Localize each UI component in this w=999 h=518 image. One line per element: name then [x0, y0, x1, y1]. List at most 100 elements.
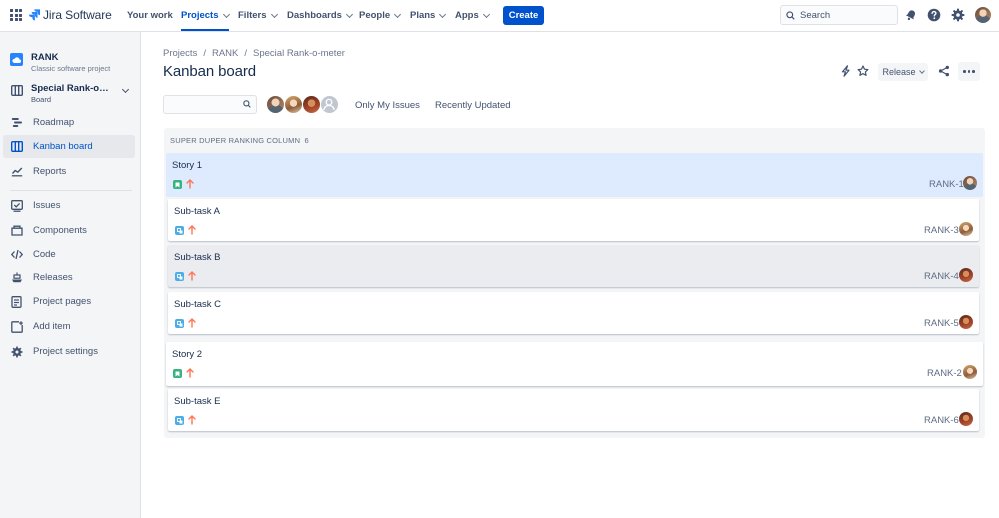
issue-key[interactable]: RANK-1 [929, 179, 964, 190]
automation-icon[interactable] [838, 64, 852, 78]
share-icon[interactable] [937, 64, 951, 78]
sidebar-item-label: Reports [33, 166, 67, 177]
nav-apps[interactable]: Apps [455, 10, 490, 21]
chevron-down-icon [482, 10, 490, 18]
product-name: Jira Software [43, 8, 112, 22]
sidebar-item-project-pages[interactable]: Project pages [3, 290, 135, 313]
assignee-avatar [963, 176, 977, 190]
pages-icon [10, 295, 23, 308]
app-switcher-icon[interactable] [10, 9, 22, 21]
more-dot [963, 70, 966, 73]
assignee-avatar[interactable] [266, 95, 285, 114]
sidebar-item-label: Project settings [33, 346, 98, 357]
nav-label: People [359, 10, 391, 21]
chevron-down-icon [270, 10, 278, 18]
issue-key[interactable]: RANK-5 [924, 318, 959, 329]
issue-key[interactable]: RANK-3 [924, 225, 959, 236]
release-button[interactable]: Release [878, 63, 928, 81]
sidebar-item-project-settings[interactable]: Project settings [3, 340, 135, 363]
issue-key[interactable]: RANK-4 [924, 271, 959, 282]
board-icon [10, 84, 23, 97]
create-button[interactable]: Create [503, 6, 544, 25]
sidebar-item-roadmap[interactable]: Roadmap [3, 111, 135, 134]
more-dot [967, 70, 971, 73]
sidebar-item-components[interactable]: Components [3, 219, 135, 242]
jira-logo[interactable]: Jira Software [29, 8, 112, 22]
board-subtitle: Board [31, 95, 52, 104]
sidebar-item-label: Code [33, 249, 56, 260]
column-header: SUPER DUPER RANKING COLUMN 6 [170, 136, 309, 145]
sidebar-divider [10, 190, 132, 191]
page-title: Kanban board [163, 63, 257, 80]
assignee-avatar[interactable] [284, 95, 303, 114]
nav-label: Plans [410, 10, 436, 21]
profile-avatar[interactable] [975, 7, 991, 23]
nav-people[interactable]: People [359, 10, 402, 21]
breadcrumb-separator: / [203, 48, 206, 59]
breadcrumb-link[interactable]: RANK [212, 48, 238, 59]
project-header[interactable]: RANK Classic software project [10, 52, 110, 73]
nav-label: Dashboards [287, 10, 342, 21]
chevron-down-icon [918, 67, 925, 74]
issue-summary: Sub-task E [174, 396, 221, 407]
top-navigation: Jira Software Your work Projects Filters… [0, 0, 999, 32]
assignee-avatar [959, 315, 973, 329]
priority-medium-icon [188, 318, 196, 328]
project-cloud-icon [10, 53, 23, 66]
sidebar-item-releases[interactable]: Releases [3, 266, 135, 289]
story-icon [173, 369, 182, 378]
priority-medium-icon [186, 368, 194, 378]
unassigned-avatar[interactable] [320, 95, 339, 114]
nav-filters[interactable]: Filters [238, 10, 278, 21]
code-icon [10, 248, 23, 261]
help-icon[interactable] [927, 8, 941, 22]
sidebar-item-reports[interactable]: Reports [3, 160, 135, 183]
nav-plans[interactable]: Plans [410, 10, 447, 21]
assignee-avatar[interactable] [302, 95, 321, 114]
sidebar-item-label: Add item [33, 321, 71, 332]
search-input[interactable] [800, 9, 890, 21]
issue-card[interactable]: Sub-task B RANK-4 [168, 245, 979, 287]
quick-filter-only-my-issues[interactable]: Only My Issues [355, 100, 420, 111]
sidebar-item-issues[interactable]: Issues [3, 194, 135, 217]
nav-dashboards[interactable]: Dashboards [287, 10, 353, 21]
project-sidebar: RANK Classic software project Special Ra… [0, 32, 141, 518]
priority-medium-icon [188, 225, 196, 235]
settings-icon [10, 345, 23, 358]
search-icon [786, 10, 795, 20]
assignee-avatar [963, 365, 977, 379]
board-selector[interactable]: Special Rank-o-meter Board [10, 83, 134, 104]
sidebar-item-label: Kanban board [33, 141, 93, 152]
assignee-avatar [959, 222, 973, 236]
sidebar-item-kanban-board[interactable]: Kanban board [3, 135, 135, 158]
board-name: Special Rank-o-meter [31, 83, 111, 94]
issue-key[interactable]: RANK-2 [927, 368, 962, 379]
nav-projects[interactable]: Projects [181, 10, 230, 31]
subtask-icon [175, 226, 184, 235]
breadcrumb-link[interactable]: Projects [163, 48, 197, 59]
sidebar-item-code[interactable]: Code [3, 243, 135, 266]
issue-summary: Sub-task C [174, 299, 221, 310]
issue-card[interactable]: Story 2 RANK-2 [166, 342, 983, 386]
settings-icon[interactable] [951, 8, 965, 22]
issue-card[interactable]: Sub-task A RANK-3 [168, 199, 979, 241]
sidebar-item-label: Components [33, 225, 87, 236]
more-dot [972, 70, 975, 73]
issue-card[interactable]: Sub-task C RANK-5 [168, 292, 979, 334]
nav-your-work[interactable]: Your work [127, 10, 173, 21]
sidebar-item-add-item[interactable]: Add item [3, 315, 135, 338]
global-search[interactable] [780, 5, 898, 25]
issue-card[interactable]: Sub-task E RANK-6 [168, 389, 979, 431]
chevron-down-icon [121, 85, 130, 94]
chevron-down-icon [345, 10, 353, 18]
board-search[interactable] [163, 95, 257, 114]
issue-key[interactable]: RANK-6 [924, 415, 959, 426]
issue-card[interactable]: Story 1 RANK-1 [166, 153, 983, 197]
board-search-input[interactable] [168, 96, 243, 112]
more-actions-button[interactable] [958, 62, 980, 81]
notifications-icon[interactable] [904, 8, 918, 22]
priority-medium-icon [188, 415, 196, 425]
breadcrumb-link[interactable]: Special Rank-o-meter [253, 48, 345, 59]
quick-filter-recently-updated[interactable]: Recently Updated [435, 100, 511, 111]
star-icon[interactable] [856, 64, 870, 78]
